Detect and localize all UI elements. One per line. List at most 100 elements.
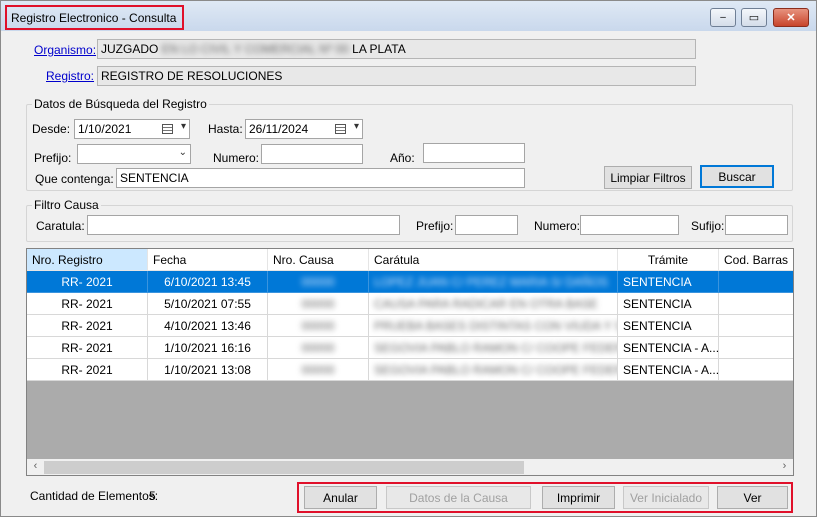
results-grid[interactable]: Nro. Registro Fecha Nro. Causa Carátula … [26, 248, 794, 476]
que-contenga-label: Que contenga: [35, 172, 114, 186]
cell-caratula: SEGOVIA PABLO RAMON C/ COOPE FEDER [369, 337, 618, 359]
maximize-icon: ▭ [748, 12, 760, 24]
cell-nro-causa: 00000 [268, 359, 369, 381]
registro-link[interactable]: Registro: [46, 69, 94, 83]
prefijo-label: Prefijo: [34, 151, 72, 165]
cell-tramite: SENTENCIA - A... [618, 337, 719, 359]
column-header-nro-causa[interactable]: Nro. Causa [268, 249, 369, 271]
table-row[interactable]: RR- 2021 5/10/2021 07:55 00000 CAUSA PAR… [27, 293, 793, 315]
cell-nro-causa: 00000 [268, 271, 369, 293]
cell-cod-barras [719, 315, 793, 337]
table-row[interactable]: RR- 2021 1/10/2021 16:16 00000 SEGOVIA P… [27, 337, 793, 359]
desde-value: 1/10/2021 [78, 122, 132, 136]
column-header-nro-registro[interactable]: Nro. Registro [27, 249, 148, 271]
close-icon: ✕ [786, 12, 796, 24]
filtro-numero-input[interactable] [580, 215, 679, 235]
prefijo-select[interactable]: ⌄ [77, 144, 191, 164]
filtro-prefijo-label: Prefijo: [416, 219, 454, 233]
imprimir-button[interactable]: Imprimir [542, 486, 615, 509]
scroll-left-icon[interactable]: ‹ [27, 460, 44, 472]
cell-nro-registro: RR- 2021 [27, 315, 148, 337]
column-header-cod-barras[interactable]: Cod. Barras [719, 249, 793, 271]
cell-cod-barras [719, 293, 793, 315]
cell-fecha: 5/10/2021 07:55 [148, 293, 268, 315]
nro-causa-text: 00000 [301, 319, 335, 333]
cell-fecha: 4/10/2021 13:46 [148, 315, 268, 337]
cell-cod-barras [719, 337, 793, 359]
que-contenga-input[interactable]: SENTENCIA [116, 168, 525, 188]
chevron-down-icon[interactable]: ⌄ [179, 147, 187, 158]
ver-inicialado-button[interactable]: Ver Inicialado [623, 486, 709, 509]
numero-input[interactable] [261, 144, 363, 164]
caratula-label: Caratula: [36, 219, 85, 233]
table-row[interactable]: RR- 2021 6/10/2021 13:45 00000 LOPEZ JUA… [27, 271, 793, 293]
column-header-caratula[interactable]: Carátula [369, 249, 618, 271]
table-row[interactable]: RR- 2021 1/10/2021 13:08 00000 SEGOVIA P… [27, 359, 793, 381]
cell-fecha: 1/10/2021 13:08 [148, 359, 268, 381]
calendar-icon[interactable] [162, 124, 173, 134]
cell-nro-causa: 00000 [268, 315, 369, 337]
filtro-numero-label: Numero: [534, 219, 581, 233]
close-button[interactable]: ✕ [773, 8, 809, 27]
hasta-label: Hasta: [208, 122, 243, 136]
column-header-fecha[interactable]: Fecha [148, 249, 268, 271]
nro-causa-text: 00000 [301, 363, 335, 377]
organismo-field: JUZGADO EN LO CIVIL Y COMERCIAL Nº 00 LA… [97, 39, 696, 59]
main-window: Registro Electronico - Consulta – ▭ ✕ Or… [0, 0, 817, 517]
datos-causa-button[interactable]: Datos de la Causa [386, 486, 531, 509]
nro-causa-text: 00000 [301, 275, 335, 289]
nro-causa-text: 00000 [301, 297, 335, 311]
horizontal-scrollbar[interactable]: ‹ › [27, 459, 793, 475]
organismo-hidden-text: EN LO CIVIL Y COMERCIAL Nº 00 [161, 42, 349, 56]
cell-caratula: LOPEZ JUAN C/ PEREZ MARIA S/ DAÑOS [369, 271, 618, 293]
limpiar-filtros-button[interactable]: Limpiar Filtros [604, 166, 692, 189]
search-group-legend: Datos de Búsqueda del Registro [32, 97, 209, 111]
minimize-icon: – [720, 11, 726, 23]
cell-nro-registro: RR- 2021 [27, 293, 148, 315]
organismo-suffix: LA PLATA [352, 42, 406, 56]
scroll-right-icon[interactable]: › [776, 460, 793, 472]
caratula-text: PRUEBA BASES DISTINTAS CON VIUDA Y SA [374, 319, 618, 333]
desde-date-picker[interactable]: 1/10/2021 ▾ [74, 119, 190, 139]
calendar-icon[interactable] [335, 124, 346, 134]
filtro-sufijo-label: Sufijo: [691, 219, 725, 233]
filtro-sufijo-input[interactable] [725, 215, 788, 235]
window-title: Registro Electronico - Consulta [5, 5, 185, 30]
cell-caratula: SEGOVIA PABLO RAMON C/ COOPE FEDER [369, 359, 618, 381]
cantidad-elementos-value: 5 [149, 489, 156, 503]
column-header-tramite[interactable]: Trámite [618, 249, 719, 271]
cell-fecha: 1/10/2021 16:16 [148, 337, 268, 359]
caratula-text: SEGOVIA PABLO RAMON C/ COOPE FEDER [374, 341, 618, 355]
cell-nro-registro: RR- 2021 [27, 337, 148, 359]
anio-label: Año: [390, 151, 415, 165]
anular-button[interactable]: Anular [304, 486, 377, 509]
filtro-prefijo-input[interactable] [455, 215, 518, 235]
filtro-causa-legend: Filtro Causa [32, 198, 101, 212]
caratula-text: CAUSA PARA RADICAR EN OTRA BASE [374, 297, 598, 311]
cell-fecha: 6/10/2021 13:45 [148, 271, 268, 293]
cell-cod-barras [719, 359, 793, 381]
caratula-text: SEGOVIA PABLO RAMON C/ COOPE FEDER [374, 363, 618, 377]
caratula-text: LOPEZ JUAN C/ PEREZ MARIA S/ DAÑOS [374, 275, 609, 289]
title-bar[interactable]: Registro Electronico - Consulta – ▭ ✕ [1, 1, 816, 31]
cell-nro-causa: 00000 [268, 293, 369, 315]
maximize-button[interactable]: ▭ [741, 8, 767, 27]
cell-caratula: PRUEBA BASES DISTINTAS CON VIUDA Y SA [369, 315, 618, 337]
anio-input[interactable] [423, 143, 525, 163]
organismo-link[interactable]: Organismo: [34, 43, 96, 57]
chevron-down-icon[interactable]: ▾ [181, 121, 186, 132]
table-row[interactable]: RR- 2021 4/10/2021 13:46 00000 PRUEBA BA… [27, 315, 793, 337]
minimize-button[interactable]: – [710, 8, 736, 27]
cell-nro-registro: RR- 2021 [27, 271, 148, 293]
cell-nro-registro: RR- 2021 [27, 359, 148, 381]
scrollbar-thumb[interactable] [44, 461, 524, 474]
nro-causa-text: 00000 [301, 341, 335, 355]
ver-button[interactable]: Ver [717, 486, 788, 509]
buscar-button[interactable]: Buscar [700, 165, 774, 188]
cell-cod-barras [719, 271, 793, 293]
cell-caratula: CAUSA PARA RADICAR EN OTRA BASE [369, 293, 618, 315]
hasta-date-picker[interactable]: 26/11/2024 ▾ [245, 119, 363, 139]
chevron-down-icon[interactable]: ▾ [354, 121, 359, 132]
caratula-input[interactable] [87, 215, 400, 235]
desde-label: Desde: [32, 122, 71, 136]
